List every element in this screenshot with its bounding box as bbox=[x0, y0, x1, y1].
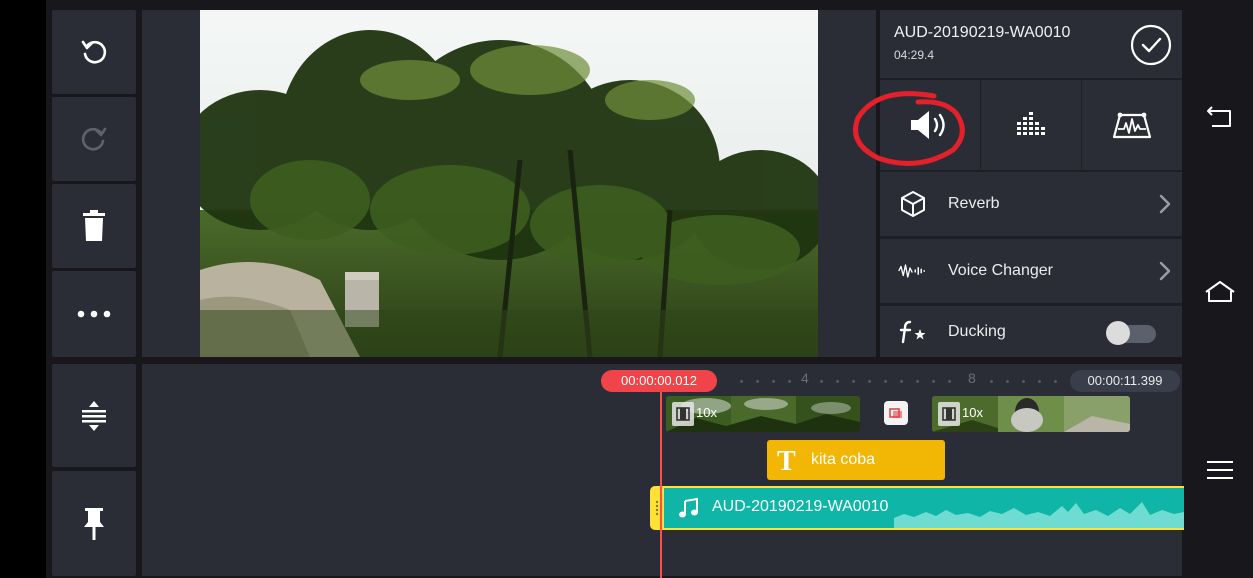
menu-icon bbox=[1207, 461, 1233, 479]
clip-title: AUD-20190219-WA0010 bbox=[894, 24, 1071, 41]
ruler-tick bbox=[1022, 380, 1025, 383]
back-icon bbox=[1207, 106, 1231, 127]
redo-icon bbox=[81, 127, 107, 151]
ruler-tick bbox=[1038, 380, 1041, 383]
current-time-badge: 00:00:00.012 bbox=[601, 370, 717, 392]
audio-panel: AUD-20190219-WA0010 04:29.4 Reverb Voice… bbox=[880, 10, 1182, 357]
check-icon[interactable] bbox=[1130, 24, 1172, 66]
text-layer[interactable]: T kita coba bbox=[767, 440, 945, 480]
cube-icon bbox=[898, 190, 928, 218]
home-button[interactable] bbox=[1200, 272, 1240, 312]
split-vertical-icon bbox=[82, 400, 106, 431]
ruler-tick bbox=[820, 380, 823, 383]
ruler-tick bbox=[884, 380, 887, 383]
text-layer-label: kita coba bbox=[811, 451, 876, 468]
audio-layer[interactable]: AUD-20190219-WA0010 bbox=[662, 486, 1184, 530]
ruler-tick bbox=[836, 380, 839, 383]
split-layout-button[interactable] bbox=[52, 364, 136, 467]
transition-button[interactable] bbox=[884, 401, 908, 425]
home-icon bbox=[1205, 281, 1235, 302]
reverb-item[interactable]: Reverb bbox=[880, 172, 1182, 236]
tab-equalizer[interactable] bbox=[981, 80, 1081, 170]
clip-speed: 10x bbox=[962, 405, 983, 420]
delete-button[interactable] bbox=[52, 184, 136, 268]
ruler-tick bbox=[788, 380, 791, 383]
undo-button[interactable] bbox=[52, 10, 136, 94]
ruler-tick bbox=[868, 380, 871, 383]
clip-speed: 10x bbox=[696, 405, 717, 420]
clip-duration: 04:29.4 bbox=[894, 48, 935, 62]
ruler-tick bbox=[772, 380, 775, 383]
trash-icon bbox=[83, 210, 105, 241]
ruler-tick bbox=[900, 380, 903, 383]
ruler-tick bbox=[932, 380, 935, 383]
ruler-tick bbox=[948, 380, 951, 383]
video-clip[interactable]: 10x bbox=[932, 396, 1130, 432]
ruler-tick bbox=[916, 380, 919, 383]
ruler-tick bbox=[1006, 380, 1009, 383]
system-nav-bar bbox=[1186, 0, 1253, 578]
video-clip[interactable]: 10x bbox=[666, 396, 860, 432]
music-note-icon bbox=[679, 497, 698, 518]
ducking-item: Ducking bbox=[880, 306, 1182, 357]
ruler-tick bbox=[990, 380, 993, 383]
audio-layer-label: AUD-20190219-WA0010 bbox=[712, 498, 889, 515]
panel-header: AUD-20190219-WA0010 04:29.4 bbox=[880, 10, 1182, 78]
video-preview[interactable] bbox=[200, 10, 818, 357]
ruler-tick bbox=[852, 380, 855, 383]
more-icon bbox=[77, 310, 111, 318]
equalizer-icon bbox=[1017, 112, 1045, 135]
tab-envelope[interactable] bbox=[1082, 80, 1182, 170]
end-time-badge: 00:00:11.399 bbox=[1070, 370, 1180, 392]
voice-wave-icon bbox=[898, 257, 928, 285]
pin-icon bbox=[84, 507, 104, 540]
more-button[interactable] bbox=[52, 271, 136, 357]
text-icon: T bbox=[777, 446, 796, 477]
ducking-icon bbox=[898, 318, 928, 346]
ruler-label: 8 bbox=[968, 370, 976, 386]
annotation-circle bbox=[853, 91, 965, 166]
ruler-tick bbox=[740, 380, 743, 383]
back-button[interactable] bbox=[1200, 98, 1240, 138]
transition-icon bbox=[889, 408, 902, 418]
chevron-right-icon bbox=[1159, 194, 1171, 214]
undo-icon bbox=[81, 40, 107, 64]
screen-edge bbox=[0, 0, 46, 578]
playhead[interactable] bbox=[660, 372, 662, 578]
chevron-right-icon bbox=[1159, 261, 1171, 281]
redo-button[interactable] bbox=[52, 97, 136, 181]
envelope-icon bbox=[1112, 112, 1152, 139]
voice-changer-label: Voice Changer bbox=[948, 262, 1053, 279]
pin-button[interactable] bbox=[52, 471, 136, 576]
reverb-label: Reverb bbox=[948, 195, 1000, 212]
ruler-label: 4 bbox=[801, 370, 809, 386]
film-icon bbox=[672, 402, 694, 426]
ruler-tick bbox=[1054, 380, 1057, 383]
ducking-label: Ducking bbox=[948, 322, 1006, 340]
film-icon bbox=[938, 402, 960, 426]
recents-button[interactable] bbox=[1200, 450, 1240, 490]
ducking-toggle[interactable] bbox=[1106, 321, 1156, 345]
ruler-tick bbox=[756, 380, 759, 383]
voice-changer-item[interactable]: Voice Changer bbox=[880, 239, 1182, 303]
